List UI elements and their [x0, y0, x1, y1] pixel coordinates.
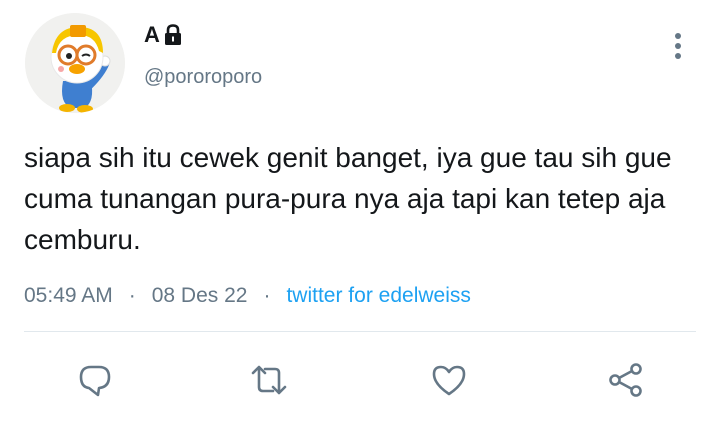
divider — [24, 331, 696, 332]
reply-icon — [79, 365, 111, 397]
tweet-text: siapa sih itu cewek genit banget, iya gu… — [24, 142, 672, 255]
tweet-source-link[interactable]: twitter for edelweiss — [286, 284, 470, 308]
lock-icon — [163, 24, 183, 46]
meta-separator: · — [128, 284, 136, 307]
more-vertical-icon[interactable] — [667, 30, 689, 62]
heart-icon — [432, 365, 466, 396]
avatar[interactable] — [25, 13, 125, 113]
display-name[interactable]: A — [144, 22, 160, 48]
user-handle[interactable]: @pororoporo — [144, 66, 262, 89]
display-name-row: A — [144, 22, 183, 48]
tweet-date[interactable]: 08 Des 22 — [152, 284, 248, 308]
reply-button[interactable] — [70, 355, 120, 405]
share-icon — [609, 363, 642, 397]
tweet-time[interactable]: 05:49 AM — [24, 284, 113, 308]
like-button[interactable] — [424, 355, 474, 405]
meta-separator: · — [263, 284, 271, 307]
pororo-avatar-image — [25, 13, 125, 113]
tweet-meta: 05:49 AM · 08 Des 22 · twitter for edelw… — [24, 284, 471, 308]
share-button[interactable] — [601, 355, 651, 405]
tweet-actions — [0, 355, 720, 405]
retweet-button[interactable] — [244, 355, 294, 405]
retweet-icon — [251, 365, 287, 395]
